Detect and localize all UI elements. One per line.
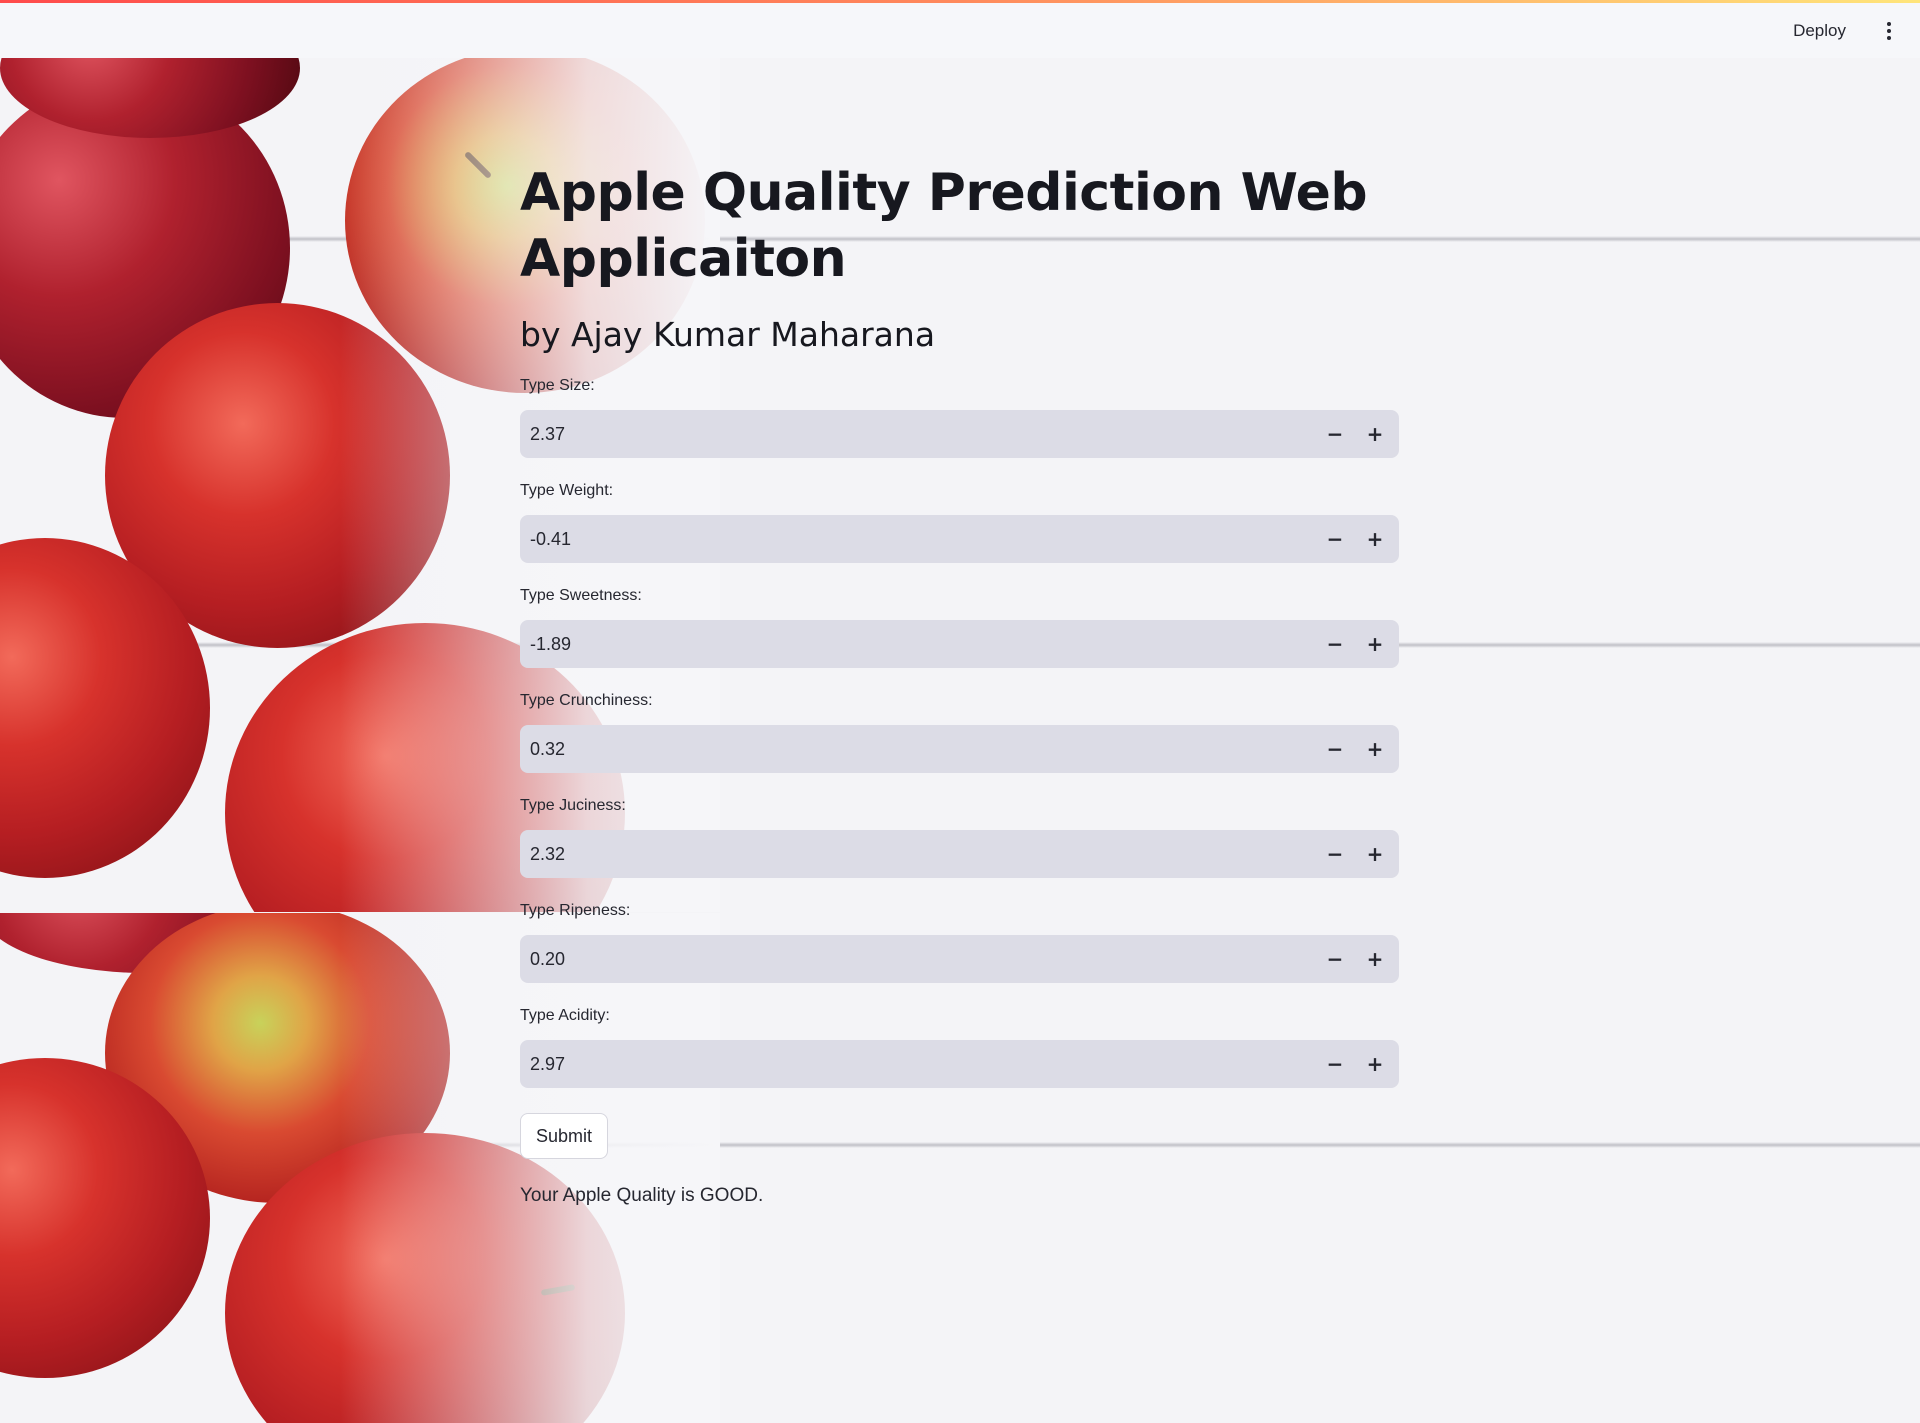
number-input: −+ bbox=[520, 410, 1399, 458]
number-input: −+ bbox=[520, 725, 1399, 773]
decrement-icon[interactable]: − bbox=[1315, 410, 1355, 458]
menu-dot bbox=[1887, 36, 1891, 40]
deploy-button[interactable]: Deploy bbox=[1783, 16, 1856, 46]
number-field: Type Juciness: −+ bbox=[520, 794, 1400, 899]
number-value-input[interactable] bbox=[520, 725, 1315, 773]
menu-dot bbox=[1887, 22, 1891, 26]
number-value-input[interactable] bbox=[520, 620, 1315, 668]
field-label: Type Acidity: bbox=[520, 1007, 610, 1024]
field-label: Type Sweetness: bbox=[520, 587, 642, 604]
number-field: Type Crunchiness: −+ bbox=[520, 689, 1400, 794]
number-field: Type Size: −+ bbox=[520, 374, 1400, 479]
app-header: Deploy bbox=[0, 0, 1920, 58]
more-vertical-icon[interactable] bbox=[1874, 16, 1904, 46]
decrement-icon[interactable]: − bbox=[1315, 515, 1355, 563]
number-input: −+ bbox=[520, 620, 1399, 668]
number-value-input[interactable] bbox=[520, 1040, 1315, 1088]
number-field: Type Weight: −+ bbox=[520, 479, 1400, 584]
page-title: Apple Quality Prediction Web Applicaiton bbox=[520, 163, 1368, 289]
increment-icon[interactable]: + bbox=[1355, 935, 1395, 983]
number-input: −+ bbox=[520, 830, 1399, 878]
number-value-input[interactable] bbox=[520, 410, 1315, 458]
number-field: Type Ripeness: −+ bbox=[520, 899, 1400, 1004]
increment-icon[interactable]: + bbox=[1355, 1040, 1395, 1088]
number-value-input[interactable] bbox=[520, 935, 1315, 983]
decrement-icon[interactable]: − bbox=[1315, 1040, 1355, 1088]
decrement-icon[interactable]: − bbox=[1315, 725, 1355, 773]
top-decoration-bar bbox=[0, 0, 1920, 3]
increment-icon[interactable]: + bbox=[1355, 620, 1395, 668]
field-label: Type Ripeness: bbox=[520, 902, 631, 919]
field-label: Type Weight: bbox=[520, 482, 614, 499]
number-value-input[interactable] bbox=[520, 830, 1315, 878]
app-root: Deploy Apple Quality Prediction Web Appl… bbox=[0, 0, 1920, 1423]
main-content: Apple Quality Prediction Web Applicaiton… bbox=[520, 160, 1400, 1207]
increment-icon[interactable]: + bbox=[1355, 725, 1395, 773]
decrement-icon[interactable]: − bbox=[1315, 620, 1355, 668]
page-subtitle: by Ajay Kumar Maharana bbox=[520, 315, 936, 354]
field-label: Type Juciness: bbox=[520, 797, 626, 814]
increment-icon[interactable]: + bbox=[1355, 410, 1395, 458]
increment-icon[interactable]: + bbox=[1355, 515, 1395, 563]
field-label: Type Crunchiness: bbox=[520, 692, 653, 709]
increment-icon[interactable]: + bbox=[1355, 830, 1395, 878]
number-field: Type Acidity: −+ bbox=[520, 1004, 1400, 1109]
decrement-icon[interactable]: − bbox=[1315, 830, 1355, 878]
decrement-icon[interactable]: − bbox=[1315, 935, 1355, 983]
number-field: Type Sweetness: −+ bbox=[520, 584, 1400, 689]
field-label: Type Size: bbox=[520, 377, 595, 394]
number-input: −+ bbox=[520, 935, 1399, 983]
input-form: Type Size:−+Type Weight:−+Type Sweetness… bbox=[520, 374, 1400, 1109]
number-input: −+ bbox=[520, 1040, 1399, 1088]
number-input: −+ bbox=[520, 515, 1399, 563]
number-value-input[interactable] bbox=[520, 515, 1315, 563]
result-text: Your Apple Quality is GOOD. bbox=[520, 1185, 764, 1206]
menu-dot bbox=[1887, 29, 1891, 33]
submit-button[interactable]: Submit bbox=[520, 1113, 609, 1159]
